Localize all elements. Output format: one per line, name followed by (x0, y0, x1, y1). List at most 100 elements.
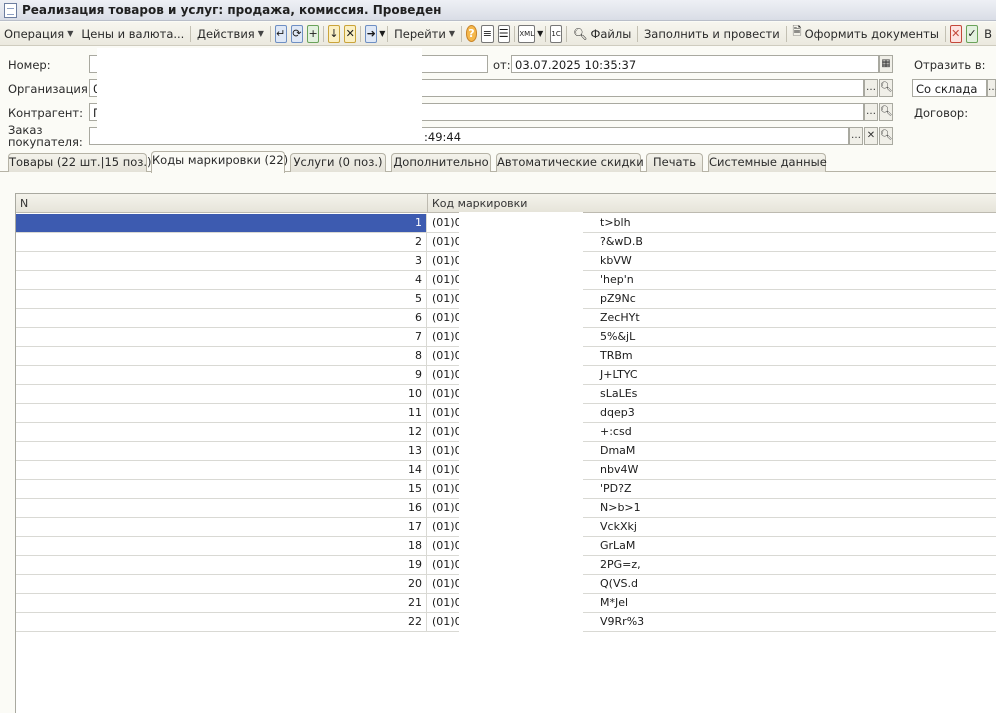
magnifier-icon: 🔍︎ (572, 26, 588, 41)
row-number: 16 (16, 499, 427, 517)
search-icon[interactable]: 🔍︎ (879, 79, 893, 97)
tab-goods[interactable]: Товары (22 шт.|15 поз.) (8, 153, 152, 172)
row-number: 14 (16, 461, 427, 479)
reflect-label: Отразить в: (914, 58, 986, 72)
contractor-label: Контрагент: (8, 106, 83, 120)
edo-icon[interactable]: 1С (549, 24, 563, 43)
select-ellipsis-button[interactable]: … (849, 127, 863, 145)
chevron-down-icon: ▼ (257, 29, 264, 38)
marking-code-suffix: Q(VS.d (600, 577, 638, 590)
row-number: 8 (16, 347, 427, 365)
goto-menu[interactable]: Перейти ▼ (390, 23, 459, 45)
delete-doc-icon[interactable]: ✕ (949, 24, 962, 43)
fill-and-post-button[interactable]: Заполнить и провести (640, 23, 784, 45)
actions-menu[interactable]: Действия ▼ (193, 23, 268, 45)
row-number: 18 (16, 537, 427, 555)
row-number: 11 (16, 404, 427, 422)
row-number: 6 (16, 309, 427, 327)
tab-services[interactable]: Услуги (0 поз.) (290, 153, 386, 172)
tab-auto-discounts[interactable]: Автоматические скидки (496, 153, 644, 172)
tab-system-data[interactable]: Системные данные (708, 153, 827, 172)
marking-code-suffix: sLaLEs (600, 387, 638, 400)
marking-code-suffix: kbVW (600, 254, 632, 267)
row-number: 5 (16, 290, 427, 308)
files-button[interactable]: 🔍︎ Файлы (569, 23, 635, 45)
marking-code-suffix: 5%&jL (600, 330, 636, 343)
actions-menu-label: Действия (196, 26, 255, 41)
marking-code-suffix: dqep3 (600, 406, 635, 419)
tab-print[interactable]: Печать (646, 153, 703, 172)
marking-code-suffix: ?&wD.B (600, 235, 643, 248)
operation-menu-label: Операция (4, 26, 65, 41)
more-button-label: В (984, 26, 992, 41)
toolbar-divider (785, 25, 787, 42)
marking-code-suffix: 2PG=z, (600, 558, 641, 571)
tab-strip: Товары (22 шт.|15 поз.) Коды маркировки … (0, 151, 996, 173)
add-copy-icon[interactable]: + (307, 24, 320, 43)
prices-button[interactable]: Цены и валюта... (77, 23, 188, 45)
document-unpost-icon[interactable]: ✕ (344, 24, 357, 43)
select-ellipsis-button[interactable]: … (864, 103, 878, 121)
row-number: 13 (16, 442, 427, 460)
chevron-down-icon[interactable]: ▼ (379, 29, 385, 38)
column-header-code[interactable]: Код маркировки (428, 194, 527, 213)
organization-label: Организация: (8, 82, 92, 96)
document-go-icon[interactable]: ↓ (327, 24, 341, 43)
more-button[interactable]: В (980, 23, 996, 45)
row-number: 2 (16, 233, 427, 251)
toolbar-divider (190, 25, 191, 42)
goto-menu-label: Перейти (394, 26, 446, 41)
document-icon: 🗎 (792, 24, 802, 38)
tab-marking-codes[interactable]: Коды маркировки (22) (151, 151, 288, 173)
toolbar-divider (944, 25, 946, 42)
chevron-down-icon[interactable]: ▼ (537, 29, 543, 38)
row-number: 1 (16, 214, 427, 232)
confirm-doc-icon[interactable]: ✓ (965, 24, 979, 43)
column-header-n[interactable]: N (16, 194, 28, 213)
row-number: 19 (16, 556, 427, 574)
row-number: 17 (16, 518, 427, 536)
chevron-down-icon: ▼ (67, 29, 74, 38)
select-ellipsis-button[interactable]: … (864, 79, 878, 97)
marking-code-suffix: +:csd (600, 425, 632, 438)
row-number: 10 (16, 385, 427, 403)
select-ellipsis-button[interactable]: … (987, 79, 996, 97)
calendar-icon[interactable]: ▦ (879, 55, 893, 73)
operation-menu[interactable]: Операция ▼ (0, 23, 77, 45)
toolbar-divider (513, 25, 515, 42)
make-documents-label: Оформить документы (804, 26, 939, 41)
fill-and-post-label: Заполнить и провести (643, 26, 780, 41)
clear-icon[interactable]: ✕ (864, 127, 878, 145)
make-documents-button[interactable]: 🗎 Оформить документы (788, 23, 943, 45)
table-header: N Код маркировки (16, 194, 996, 213)
warehouse-field[interactable]: Со склада (912, 79, 987, 97)
marking-code-suffix: N>b>1 (600, 501, 641, 514)
enter-based-icon[interactable]: ➜ (365, 24, 378, 43)
date-label: от: (493, 58, 511, 72)
marking-code-suffix: 'hep'n (600, 273, 634, 286)
marking-code-suffix: J+LTYC (600, 368, 638, 381)
marking-code-suffix: M*Jel (600, 596, 629, 609)
row-number: 21 (16, 594, 427, 612)
row-number: 3 (16, 252, 427, 270)
order-label: Заказ покупателя: (8, 123, 83, 149)
refresh-icon[interactable]: ⟳ (290, 24, 304, 43)
search-icon[interactable]: 🔍︎ (879, 127, 893, 145)
window-title: Реализация товаров и услуг: продажа, ком… (22, 3, 442, 17)
checklist-icon[interactable]: ☰ (497, 24, 510, 43)
structure-icon[interactable]: ≡ (481, 24, 494, 43)
toolbar-divider (269, 25, 271, 42)
post-icon[interactable]: ↵ (274, 24, 287, 43)
row-number: 7 (16, 328, 427, 346)
tab-additional[interactable]: Дополнительно (391, 153, 491, 172)
xml-icon[interactable]: XML (518, 24, 536, 43)
document-icon (4, 2, 17, 18)
marking-code-suffix: t>blh (600, 216, 631, 229)
search-icon[interactable]: 🔍︎ (879, 103, 893, 121)
row-number: 9 (16, 366, 427, 384)
date-field[interactable]: 03.07.2025 10:35:37 (511, 55, 879, 73)
help-icon[interactable]: ? (465, 25, 478, 42)
toolbar-divider (545, 25, 546, 42)
toolbar-divider (387, 25, 389, 42)
marking-code-suffix: 'PD?Z (600, 482, 632, 495)
